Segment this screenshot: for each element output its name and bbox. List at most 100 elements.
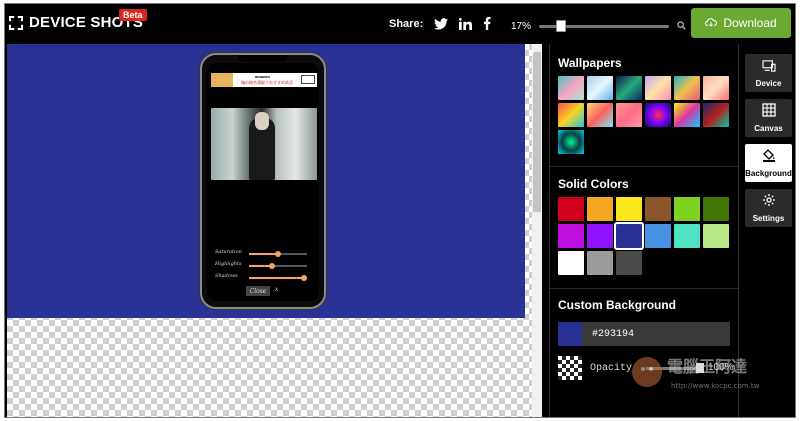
wallpaper-swatch[interactable]	[674, 103, 700, 127]
wallpaper-swatch[interactable]	[645, 103, 671, 127]
edit-slider-track	[249, 263, 307, 269]
wallpaper-swatch[interactable]	[587, 103, 613, 127]
beta-badge: Beta	[119, 9, 147, 21]
phone-mockup[interactable]: amazon 箱の総合通販でおすすめ商品 Saturation Highlight…	[200, 53, 326, 309]
wallpaper-swatch[interactable]	[616, 76, 642, 100]
zoom-slider[interactable]	[539, 19, 670, 32]
tool-canvas[interactable]: Canvas	[745, 99, 792, 137]
solid-color-swatch[interactable]	[558, 197, 584, 221]
custom-color-swatch[interactable]	[558, 322, 582, 346]
wallpaper-swatch[interactable]	[674, 76, 700, 100]
app-logo[interactable]: DEVICE SHOTS Beta	[9, 9, 147, 31]
ad-banner: amazon 箱の総合通販でおすすめ商品	[211, 73, 317, 87]
solid-color-swatch[interactable]	[558, 224, 584, 248]
solid-color-swatch[interactable]	[616, 251, 642, 275]
linkedin-icon[interactable]	[459, 17, 473, 30]
solid-color-swatch[interactable]	[703, 197, 729, 221]
solid-color-swatch[interactable]	[703, 224, 729, 248]
vertical-scrollbar[interactable]	[532, 44, 542, 417]
transparency-checker-icon	[558, 356, 582, 380]
paint-bucket-icon	[762, 148, 776, 167]
solid-color-swatch[interactable]	[645, 224, 671, 248]
canvas-area[interactable]: amazon 箱の総合通販でおすすめ商品 Saturation Highlight…	[7, 44, 542, 417]
canvas-grid-icon	[761, 103, 776, 122]
photo-person-hair	[255, 112, 269, 130]
custom-hex-value: #293194	[592, 328, 635, 340]
edit-slider-label: Highlights	[215, 261, 242, 267]
share-label: Share:	[389, 17, 424, 30]
tool-label: Device	[755, 78, 782, 88]
wallpaper-swatch[interactable]	[645, 76, 671, 100]
svg-text:http://www.kocpc.com.tw: http://www.kocpc.com.tw	[671, 382, 760, 390]
solid-color-swatch[interactable]	[587, 197, 613, 221]
edit-slider-knob	[275, 251, 281, 257]
solid-color-swatch[interactable]	[587, 224, 613, 248]
phone-screen: amazon 箱の総合通販でおすすめ商品 Saturation Highlight…	[207, 63, 319, 301]
edit-slider-knob	[301, 275, 308, 281]
ad-image	[211, 73, 233, 87]
divider	[550, 288, 738, 289]
facebook-icon[interactable]	[483, 17, 491, 30]
ad-text: 箱の総合通販でおすすめ商品	[241, 80, 293, 85]
wallpaper-grid	[558, 76, 729, 154]
solid-color-swatch[interactable]	[645, 197, 671, 221]
solid-color-swatch[interactable]	[587, 251, 613, 275]
gear-icon	[762, 193, 776, 212]
zoom-slider-thumb[interactable]	[556, 19, 567, 32]
app-window: DEVICE SHOTS Beta Share: 17% Download am…	[4, 3, 796, 418]
wallpaper-swatch[interactable]	[703, 103, 729, 127]
download-button[interactable]: Download	[691, 8, 791, 38]
twitter-icon[interactable]	[434, 17, 449, 30]
tool-label: Settings	[752, 214, 785, 223]
edit-slider-track	[249, 275, 308, 281]
close-x: x	[275, 287, 278, 293]
phone-notch	[238, 55, 288, 62]
edit-slider-label: Shadows	[215, 273, 238, 279]
zoom-value: 17%	[511, 20, 532, 32]
solid-color-swatch[interactable]	[674, 224, 700, 248]
solid-color-swatch[interactable]	[616, 197, 642, 221]
wallpaper-swatch[interactable]	[587, 76, 613, 100]
solid-color-swatch[interactable]	[674, 197, 700, 221]
wallpaper-swatch[interactable]	[703, 76, 729, 100]
wallpaper-swatch[interactable]	[558, 130, 584, 154]
tool-settings[interactable]: Settings	[745, 189, 792, 227]
solid-color-grid	[558, 197, 729, 275]
edit-slider-row: Saturation	[215, 248, 315, 260]
svg-text:電腦王阿達: 電腦王阿達	[667, 357, 747, 376]
custom-color-field[interactable]: #293194	[558, 322, 730, 346]
tool-background[interactable]: Background	[745, 144, 792, 182]
device-icon	[761, 59, 776, 77]
solid-color-swatch[interactable]	[614, 222, 644, 250]
download-label: Download	[723, 16, 777, 30]
ad-button	[301, 75, 315, 84]
cloud-download-icon	[705, 16, 718, 30]
edit-slider-label: Saturation	[215, 249, 242, 255]
store-photo	[211, 108, 317, 180]
edit-slider-knob	[269, 263, 276, 269]
edit-slider-row: Highlights	[215, 260, 315, 272]
edit-slider-fill	[249, 253, 278, 255]
custom-background-title: Custom Background	[558, 298, 677, 312]
ad-brand: amazon	[255, 74, 270, 79]
wallpaper-swatch[interactable]	[616, 103, 642, 127]
close-button: Close	[246, 286, 270, 296]
edit-slider-track	[249, 251, 307, 257]
solid-colors-title: Solid Colors	[558, 177, 629, 191]
wallpaper-swatch[interactable]	[558, 76, 584, 100]
tool-device[interactable]: Device	[745, 54, 792, 92]
watermark-logo: 電腦王阿達 http://www.kocpc.com.tw	[625, 347, 795, 397]
divider	[550, 166, 738, 167]
wallpaper-swatch[interactable]	[558, 103, 584, 127]
share-group: Share:	[389, 17, 491, 30]
tool-label: Background	[745, 169, 792, 178]
top-bar: DEVICE SHOTS Beta Share: 17% Download	[5, 4, 795, 44]
zoom-control: 17%	[511, 17, 686, 35]
edit-slider-fill	[249, 277, 305, 279]
logo-dashed-square-icon	[9, 15, 23, 30]
scrollbar-thumb[interactable]	[533, 52, 541, 212]
tool-label: Canvas	[754, 124, 783, 133]
magnifier-icon[interactable]	[677, 17, 686, 35]
edit-sliders: Saturation Highlights Shadows	[215, 248, 315, 284]
solid-color-swatch[interactable]	[558, 251, 584, 275]
